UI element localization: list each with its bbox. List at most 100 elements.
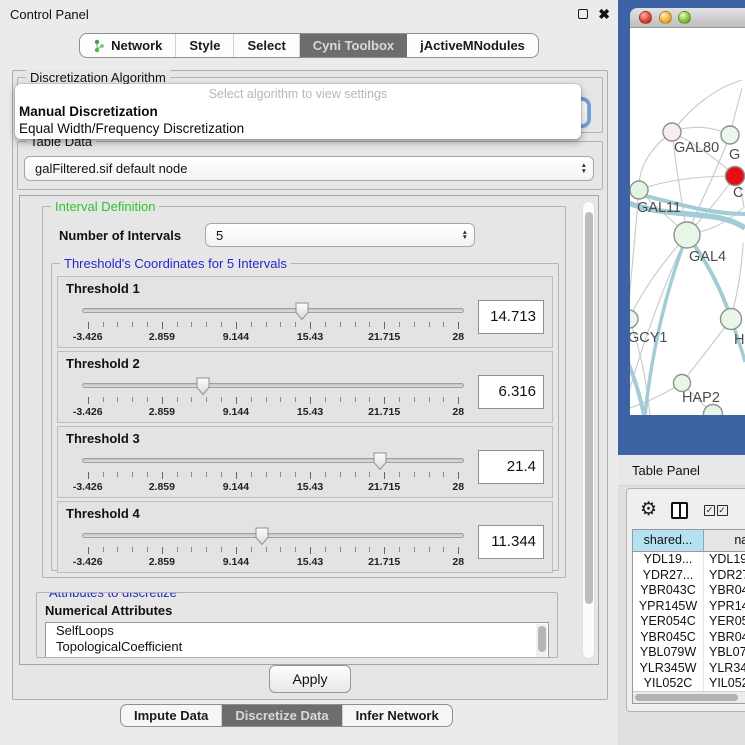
name-cell: YIL052C — [704, 676, 745, 691]
column-header-name[interactable]: name — [704, 530, 745, 551]
dropdown-option-manual[interactable]: Manual Discretization — [15, 103, 581, 120]
table-row[interactable]: YDR27...YDR27... — [633, 568, 745, 584]
float-window-icon[interactable] — [578, 9, 588, 19]
attributes-scrollbar[interactable] — [536, 624, 547, 658]
slider-tick — [369, 472, 370, 477]
minimize-traffic-light-icon[interactable] — [659, 11, 672, 24]
network-node-h[interactable] — [721, 309, 742, 330]
slider-tick — [147, 397, 148, 402]
tab-cyni-toolbox[interactable]: Cyni Toolbox — [300, 34, 407, 57]
table-scrollbar-thumb[interactable] — [635, 694, 738, 701]
tab-jactivemnodules[interactable]: jActiveMNodules — [407, 34, 538, 57]
network-node-gcy1[interactable] — [630, 310, 638, 328]
close-traffic-light-icon[interactable] — [639, 11, 652, 24]
slider-track[interactable] — [82, 383, 464, 388]
slider-tick — [458, 547, 459, 554]
slider-thumb[interactable] — [294, 302, 309, 321]
threshold-value-field[interactable]: 6.316 — [478, 375, 544, 409]
threshold-value-field[interactable]: 21.4 — [478, 450, 544, 484]
table-row[interactable]: YER054CYER054C — [633, 614, 745, 630]
attribute-list-item[interactable]: BetweennessCentrality — [46, 655, 548, 658]
slider-tick — [310, 547, 311, 554]
network-edge — [687, 235, 731, 319]
slider-thumb[interactable] — [373, 452, 388, 471]
network-node-gal4[interactable] — [674, 222, 700, 248]
slider-track[interactable] — [82, 458, 464, 463]
panel-scrollbar[interactable] — [582, 201, 595, 659]
number-of-intervals-combobox[interactable]: 5 ▲▼ — [205, 223, 475, 247]
network-node-gal80[interactable] — [663, 123, 681, 141]
tab-network[interactable]: Network — [80, 34, 176, 57]
numerical-attributes-list[interactable]: SelfLoopsTopologicalCoefficientBetweenne… — [45, 622, 549, 658]
tab-infer-network[interactable]: Infer Network — [343, 705, 452, 726]
panel-scrollbar-thumb[interactable] — [585, 212, 593, 604]
slider-tick — [384, 397, 385, 404]
zoom-traffic-light-icon[interactable] — [678, 11, 691, 24]
slider-tick-label: 21.715 — [368, 481, 400, 493]
table-row[interactable]: YIL052CYIL052C — [633, 676, 745, 691]
number-of-intervals-label: Number of Intervals — [59, 228, 205, 243]
slider-tick — [340, 397, 341, 402]
split-columns-icon[interactable] — [671, 502, 688, 519]
apply-button[interactable]: Apply — [269, 665, 350, 693]
tab-style[interactable]: Style — [176, 34, 234, 57]
table-horizontal-scrollbar[interactable] — [633, 691, 745, 703]
node-label: GAL4 — [689, 249, 726, 265]
threshold-slider[interactable]: -3.4262.8599.14415.4321.71528 — [82, 302, 464, 346]
threshold-slider[interactable]: -3.4262.8599.14415.4321.71528 — [82, 527, 464, 571]
table-row[interactable]: YDL19...YDL19... — [633, 552, 745, 568]
node-label: GAL80 — [674, 140, 719, 156]
slider-tick — [458, 472, 459, 479]
network-node-gal11[interactable] — [630, 181, 648, 199]
dropdown-hint: Select algorithm to view settings — [15, 86, 581, 103]
table-row[interactable]: YPR145WYPR145W — [633, 599, 745, 615]
network-node-c[interactable] — [726, 167, 745, 186]
close-icon[interactable]: ✖ — [598, 7, 610, 21]
slider-tick — [132, 472, 133, 477]
threshold-slider[interactable]: -3.4262.8599.14415.4321.71528 — [82, 377, 464, 421]
table-data-combobox[interactable]: galFiltered.sif default node ▲▼ — [24, 156, 594, 181]
threshold-value-field[interactable]: 14.713 — [478, 300, 544, 334]
node-label: C — [733, 185, 743, 201]
slider-tick — [369, 397, 370, 402]
network-canvas[interactable]: GAL80GCGAL11GAL4GCY1HHAP2 — [630, 28, 745, 415]
network-icon — [93, 39, 105, 53]
slider-tick — [251, 397, 252, 402]
attribute-list-item[interactable]: SelfLoops — [46, 623, 548, 639]
table-row[interactable]: YBR045CYBR045C — [633, 630, 745, 646]
name-cell: YLR345W — [704, 661, 745, 677]
tab-select[interactable]: Select — [234, 34, 299, 57]
slider-tick — [236, 472, 237, 479]
table-row[interactable]: YLR345WYLR345W — [633, 661, 745, 677]
slider-tick-label: 9.144 — [223, 331, 249, 343]
table-row[interactable]: YBR043CYBR043C — [633, 583, 745, 599]
table-row[interactable]: YBL079WYBL079W — [633, 645, 745, 661]
gear-icon[interactable]: ⚙ — [640, 500, 657, 520]
slider-track[interactable] — [82, 533, 464, 538]
threshold-value-field[interactable]: 11.344 — [478, 525, 544, 559]
threshold-slider[interactable]: -3.4262.8599.14415.4321.71528 — [82, 452, 464, 496]
slider-tick-label: 2.859 — [149, 406, 175, 418]
slider-tick — [414, 472, 415, 477]
column-visibility-toggles: ✓ ✓ — [704, 505, 728, 516]
slider-tick — [399, 397, 400, 402]
tab-discretize-data[interactable]: Discretize Data — [222, 705, 342, 726]
shared-name-cell: YBL079W — [633, 645, 704, 661]
slider-tick — [443, 322, 444, 327]
network-node-g[interactable] — [721, 126, 739, 144]
checkbox-icon[interactable]: ✓ — [704, 505, 715, 516]
slider-tick — [191, 547, 192, 552]
network-edge — [639, 176, 735, 190]
network-node[interactable] — [704, 405, 723, 416]
slider-tick — [429, 322, 430, 327]
checkbox-icon[interactable]: ✓ — [717, 505, 728, 516]
slider-thumb[interactable] — [195, 377, 210, 396]
column-header-shared-name[interactable]: shared... — [633, 530, 704, 551]
network-node-hap2[interactable] — [674, 375, 691, 392]
slider-tick — [191, 397, 192, 402]
slider-thumb[interactable] — [254, 527, 269, 546]
slider-track[interactable] — [82, 308, 464, 313]
tab-impute-data[interactable]: Impute Data — [121, 705, 222, 726]
dropdown-option-equal-width[interactable]: Equal Width/Frequency Discretization — [15, 120, 581, 137]
attribute-list-item[interactable]: TopologicalCoefficient — [46, 639, 548, 655]
